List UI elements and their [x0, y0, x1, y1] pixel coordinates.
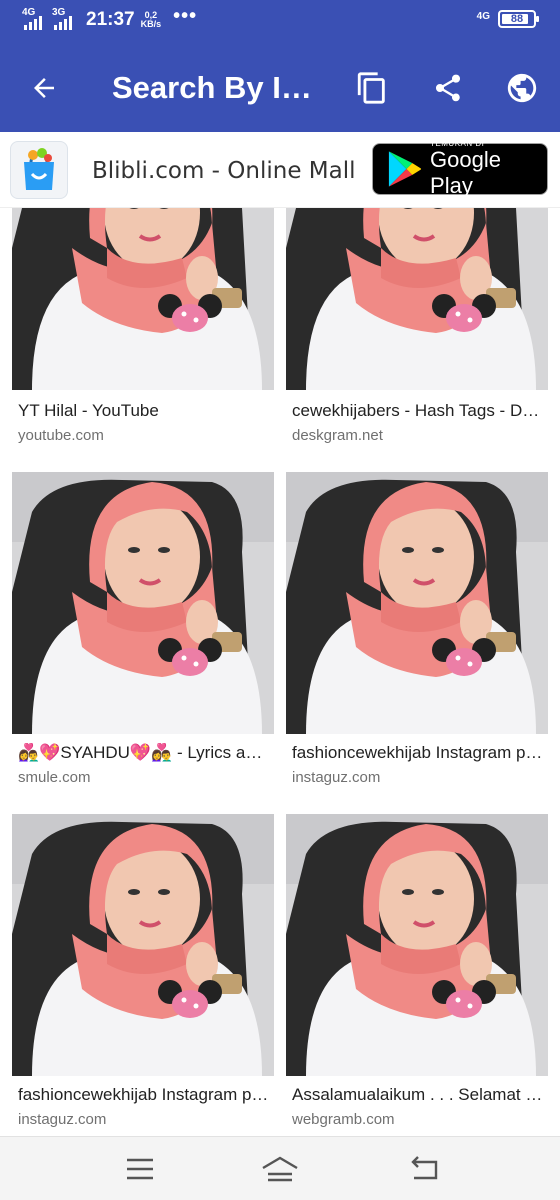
result-thumbnail[interactable]	[12, 472, 274, 734]
result-photo	[12, 208, 274, 390]
result-title[interactable]: 👩‍❤️‍👨💖SYAHDU💖👩‍❤️‍👨 - Lyrics and Music	[18, 743, 270, 763]
home-button[interactable]	[258, 1149, 302, 1189]
result-title[interactable]: cewekhijabers - Hash Tags - Deskgram	[292, 401, 544, 421]
result-photo	[286, 814, 548, 1076]
clock: 21:37	[86, 9, 135, 30]
result-card[interactable]: 👩‍❤️‍👨💖SYAHDU💖👩‍❤️‍👨 - Lyrics and Music …	[12, 472, 274, 802]
result-title[interactable]: fashioncewekhijab Instagram posts	[18, 1085, 270, 1105]
ad-title: Blibli.com - Online Mall	[92, 158, 356, 184]
page-title: Search By Image	[112, 70, 324, 105]
result-thumbnail[interactable]	[286, 472, 548, 734]
status-left: 4G 3G 21:37 0,2 KB/s •••	[22, 4, 198, 32]
result-site: youtube.com	[18, 427, 104, 444]
globe-icon	[507, 73, 537, 103]
app-bar: Search By Image	[0, 44, 560, 132]
signal-4g-icon: 4G	[22, 8, 46, 32]
battery-level: 88	[510, 13, 524, 25]
google-play-label: Google Play	[430, 147, 501, 198]
result-site: instaguz.com	[18, 1111, 107, 1128]
result-photo	[286, 472, 548, 734]
result-photo	[12, 814, 274, 1076]
signal-3g-icon: 3G	[52, 8, 76, 32]
result-site: instaguz.com	[292, 769, 381, 786]
result-title[interactable]: YT Hilal - YouTube	[18, 401, 270, 421]
result-card[interactable]: fashioncewekhijab Instagram posts instag…	[12, 814, 274, 1136]
status-right: 4G 88	[476, 10, 539, 28]
result-title[interactable]: fashioncewekhijab Instagram posts	[292, 743, 544, 763]
google-play-icon	[388, 151, 422, 187]
back-nav-button[interactable]	[404, 1149, 448, 1189]
menu-icon	[127, 1158, 153, 1180]
network-right-label: 4G	[476, 10, 490, 22]
recent-apps-button[interactable]	[118, 1149, 162, 1189]
share-button[interactable]	[426, 66, 470, 110]
speed-unit: KB/s	[140, 19, 162, 29]
result-card[interactable]: fashioncewekhijab Instagram posts instag…	[286, 472, 548, 802]
more-notifications-icon: •••	[173, 4, 198, 27]
copy-icon	[357, 72, 385, 104]
ad-banner[interactable]: Blibli.com - Online Mall TEMUKAN DI Goog…	[0, 132, 560, 208]
result-card[interactable]: cewekhijabers - Hash Tags - Deskgram des…	[286, 208, 548, 458]
results-grid: YT Hilal - YouTube youtube.com cewekhija…	[0, 208, 560, 1136]
result-card[interactable]: YT Hilal - YouTube youtube.com	[12, 208, 274, 458]
result-photo	[12, 472, 274, 734]
back-button[interactable]	[22, 66, 66, 110]
result-title[interactable]: Assalamualaikum . . . Selamat pagi	[292, 1085, 544, 1105]
status-bar: 4G 3G 21:37 0,2 KB/s ••• 4G 88	[0, 0, 560, 44]
result-site: webgramb.com	[292, 1111, 395, 1128]
copy-button[interactable]	[350, 66, 394, 110]
result-thumbnail[interactable]	[286, 208, 548, 390]
system-nav-bar	[0, 1136, 560, 1200]
arrow-left-icon	[34, 78, 54, 98]
result-site: smule.com	[18, 769, 91, 786]
google-play-button[interactable]: TEMUKAN DI Google Play	[372, 139, 548, 198]
result-card[interactable]: Assalamualaikum . . . Selamat pagi webgr…	[286, 814, 548, 1136]
shopping-bag-icon	[24, 148, 54, 190]
result-site: deskgram.net	[292, 427, 383, 444]
back-icon	[411, 1156, 438, 1180]
result-thumbnail[interactable]	[12, 208, 274, 390]
result-thumbnail[interactable]	[286, 814, 548, 1076]
result-photo	[286, 208, 548, 390]
network-speed: 0,2 KB/s	[141, 11, 162, 29]
open-in-browser-button[interactable]	[500, 66, 544, 110]
share-icon	[436, 74, 460, 102]
blibli-logo	[10, 141, 68, 199]
result-thumbnail[interactable]	[12, 814, 274, 1076]
home-icon	[262, 1156, 298, 1182]
battery-icon: 88	[498, 10, 539, 28]
